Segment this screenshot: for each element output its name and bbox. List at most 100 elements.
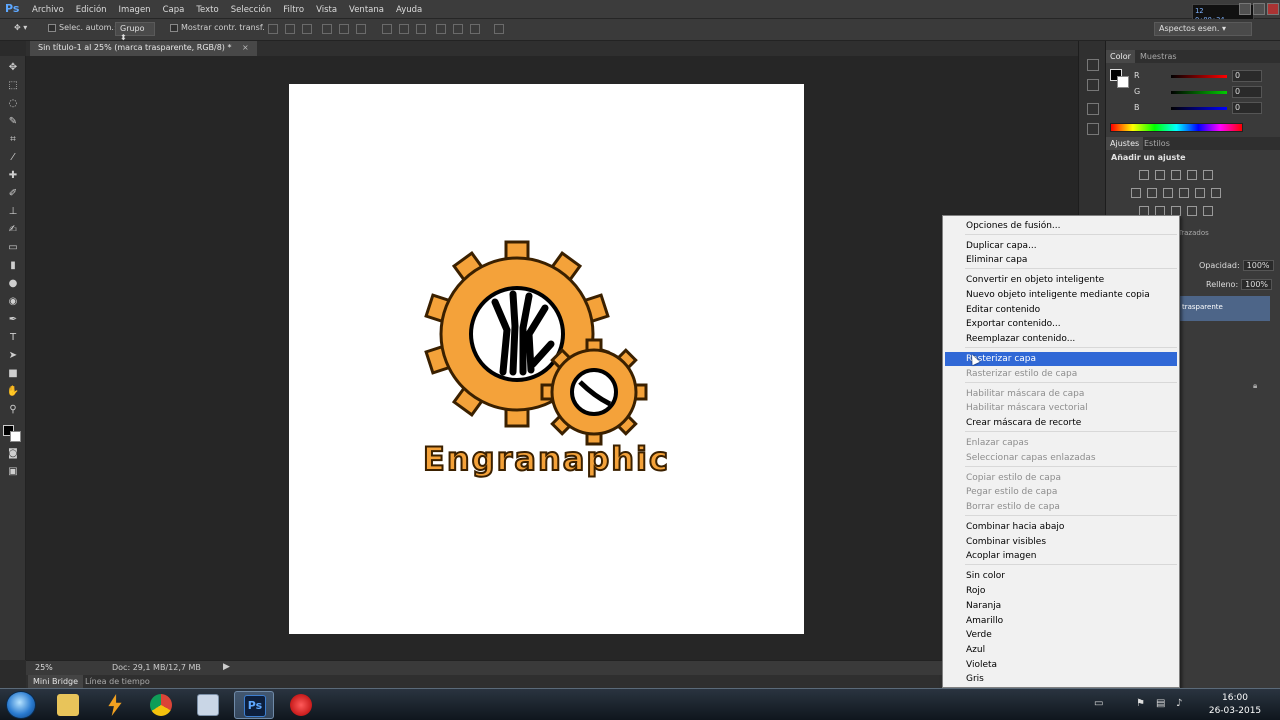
- menu-item-convertir-en-objeto-inteligente[interactable]: Convertir en objeto inteligente: [945, 273, 1177, 287]
- menu-archivo[interactable]: Archivo: [26, 5, 70, 15]
- tab-styles[interactable]: Estilos: [1140, 137, 1174, 150]
- red-slider[interactable]: [1171, 75, 1227, 78]
- crop-tool-icon[interactable]: ⌗: [5, 133, 21, 147]
- menu-edicion[interactable]: Edición: [70, 5, 113, 15]
- move-tool-icon[interactable]: ✥ ▾: [14, 23, 27, 32]
- hue-adjust-icon[interactable]: [1131, 188, 1141, 198]
- action-center-flag-icon[interactable]: ⚑: [1136, 699, 1148, 709]
- quick-selection-tool-icon[interactable]: ✎: [5, 115, 21, 129]
- distribute-bottom-icon[interactable]: [416, 24, 426, 34]
- screen-mode-icon[interactable]: ▣: [5, 465, 21, 479]
- actions-panel-icon[interactable]: [1087, 79, 1099, 91]
- menu-item-combinar-visibles[interactable]: Combinar visibles: [945, 535, 1177, 549]
- menu-ventana[interactable]: Ventana: [343, 5, 390, 15]
- background-color-swatch[interactable]: [10, 431, 21, 442]
- properties-panel-icon[interactable]: [1087, 103, 1099, 115]
- marquee-tool-icon[interactable]: ⬚: [5, 79, 21, 93]
- menu-item-nuevo-objeto-inteligente-mediante-copia[interactable]: Nuevo objeto inteligente mediante copia: [945, 288, 1177, 302]
- menu-item-violeta[interactable]: Violeta: [945, 658, 1177, 672]
- curves-adjust-icon[interactable]: [1171, 170, 1181, 180]
- tray-date[interactable]: 26-03-2015: [1200, 706, 1270, 716]
- zoom-tool-icon[interactable]: ⚲: [5, 403, 21, 417]
- auto-select-option[interactable]: Selec. autom.:: [48, 23, 117, 32]
- close-window-button[interactable]: [1267, 3, 1279, 15]
- selective-color-adjust-icon[interactable]: [1203, 206, 1213, 216]
- auto-select-dropdown[interactable]: Grupo ⬍: [115, 22, 155, 42]
- maximize-button[interactable]: [1253, 3, 1265, 15]
- channel-mixer-adjust-icon[interactable]: [1195, 188, 1205, 198]
- menu-item-duplicar-capa[interactable]: Duplicar capa...: [945, 239, 1177, 253]
- menu-item-gris[interactable]: Gris: [945, 672, 1177, 686]
- align-left-icon[interactable]: [322, 24, 332, 34]
- status-menu-arrow-icon[interactable]: ▶: [223, 662, 230, 672]
- healing-brush-tool-icon[interactable]: ✚: [5, 169, 21, 183]
- menu-item-rasterizar-capa[interactable]: Rasterizar capa: [945, 352, 1177, 366]
- black-white-adjust-icon[interactable]: [1163, 188, 1173, 198]
- menu-item-sin-color[interactable]: Sin color: [945, 569, 1177, 583]
- document-tab[interactable]: Sin título-1 al 25% (marca trasparente, …: [30, 41, 257, 56]
- menu-seleccion[interactable]: Selección: [225, 5, 278, 15]
- gradient-tool-icon[interactable]: ▮: [5, 259, 21, 273]
- document-canvas[interactable]: Engranaphic: [289, 84, 804, 634]
- info-panel-icon[interactable]: [1087, 123, 1099, 135]
- taskbar-winamp[interactable]: [95, 691, 135, 719]
- taskbar-photoshop[interactable]: Ps: [234, 691, 274, 719]
- align-right-icon[interactable]: [356, 24, 366, 34]
- menu-imagen[interactable]: Imagen: [113, 5, 157, 15]
- distribute-right-icon[interactable]: [470, 24, 480, 34]
- keyboard-icon[interactable]: ▭: [1094, 699, 1106, 709]
- menu-filtro[interactable]: Filtro: [277, 5, 310, 15]
- tab-timeline[interactable]: Línea de tiempo: [80, 675, 155, 688]
- taskbar-chrome[interactable]: [141, 691, 181, 719]
- minimize-button[interactable]: [1239, 3, 1251, 15]
- blue-value-field[interactable]: 0: [1232, 102, 1262, 114]
- menu-capa[interactable]: Capa: [157, 5, 191, 15]
- exposure-adjust-icon[interactable]: [1187, 170, 1197, 180]
- green-value-field[interactable]: 0: [1232, 86, 1262, 98]
- distribute-left-icon[interactable]: [436, 24, 446, 34]
- align-top-icon[interactable]: [268, 24, 278, 34]
- menu-item-editar-contenido[interactable]: Editar contenido: [945, 303, 1177, 317]
- menu-item-acoplar-imagen[interactable]: Acoplar imagen: [945, 549, 1177, 563]
- start-button[interactable]: [6, 691, 36, 719]
- quick-mask-icon[interactable]: ◙: [5, 447, 21, 461]
- type-tool-icon[interactable]: T: [5, 331, 21, 345]
- path-selection-tool-icon[interactable]: ➤: [5, 349, 21, 363]
- color-balance-adjust-icon[interactable]: [1147, 188, 1157, 198]
- auto-align-icon[interactable]: [494, 24, 504, 34]
- menu-item-exportar-contenido[interactable]: Exportar contenido...: [945, 317, 1177, 331]
- brightness-adjust-icon[interactable]: [1139, 170, 1149, 180]
- volume-icon[interactable]: ♪: [1176, 699, 1188, 709]
- eraser-tool-icon[interactable]: ▭: [5, 241, 21, 255]
- network-icon[interactable]: ▤: [1156, 699, 1168, 709]
- menu-item-azul[interactable]: Azul: [945, 643, 1177, 657]
- rectangle-tool-icon[interactable]: ■: [5, 367, 21, 381]
- menu-texto[interactable]: Texto: [190, 5, 224, 15]
- gradient-map-adjust-icon[interactable]: [1187, 206, 1197, 216]
- red-value-field[interactable]: 0: [1232, 70, 1262, 82]
- hand-tool-icon[interactable]: ✋: [5, 385, 21, 399]
- blue-slider[interactable]: [1171, 107, 1227, 110]
- menu-item-reemplazar-contenido[interactable]: Reemplazar contenido...: [945, 332, 1177, 346]
- menu-ayuda[interactable]: Ayuda: [390, 5, 428, 15]
- menu-item-crear-mascara-de-recorte[interactable]: Crear máscara de recorte: [945, 416, 1177, 430]
- align-vcenter-icon[interactable]: [285, 24, 295, 34]
- pen-tool-icon[interactable]: ✒: [5, 313, 21, 327]
- distribute-vcenter-icon[interactable]: [399, 24, 409, 34]
- tray-time[interactable]: 16:00: [1200, 693, 1270, 703]
- color-panel-background-swatch[interactable]: [1117, 76, 1129, 88]
- history-brush-tool-icon[interactable]: ✍: [5, 223, 21, 237]
- menu-vista[interactable]: Vista: [310, 5, 343, 15]
- tab-mini-bridge[interactable]: Mini Bridge: [28, 675, 84, 688]
- zoom-field[interactable]: 25%: [35, 663, 53, 672]
- color-spectrum-bar[interactable]: [1110, 123, 1243, 132]
- show-transform-checkbox[interactable]: [170, 23, 178, 32]
- taskbar-recorder[interactable]: [281, 691, 321, 719]
- distribute-top-icon[interactable]: [382, 24, 392, 34]
- levels-adjust-icon[interactable]: [1155, 170, 1165, 180]
- tab-color[interactable]: Color: [1106, 50, 1135, 63]
- menu-item-combinar-hacia-abajo[interactable]: Combinar hacia abajo: [945, 520, 1177, 534]
- taskbar-calculator[interactable]: [188, 691, 228, 719]
- align-bottom-icon[interactable]: [302, 24, 312, 34]
- menu-item-opciones-de-fusion[interactable]: Opciones de fusión...: [945, 219, 1177, 233]
